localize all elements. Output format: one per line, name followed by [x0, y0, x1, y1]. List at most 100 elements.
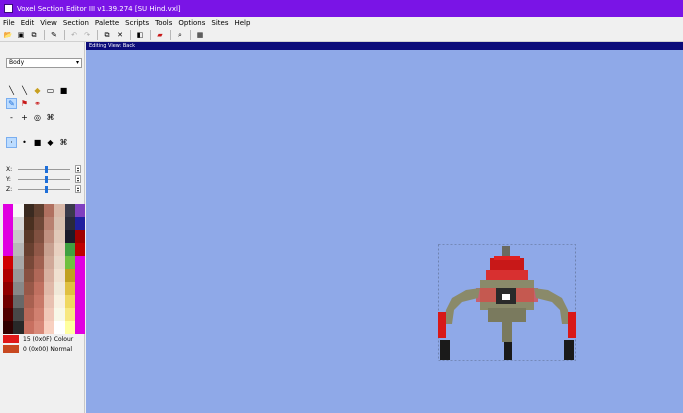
menu-palette[interactable]: Palette — [95, 19, 119, 27]
palette-grid[interactable] — [3, 204, 85, 334]
palette-swatch[interactable] — [13, 230, 24, 243]
palette-swatch[interactable] — [13, 282, 24, 295]
save-icon[interactable]: ▣ — [16, 30, 26, 40]
palette-swatch[interactable] — [23, 269, 34, 282]
palette-swatch[interactable] — [64, 230, 75, 243]
palette-swatch[interactable] — [13, 204, 24, 217]
palette-swatch[interactable] — [33, 282, 44, 295]
palette-swatch[interactable] — [64, 321, 75, 334]
palette-swatch[interactable] — [54, 321, 65, 334]
palette-swatch[interactable] — [3, 243, 14, 256]
palette-swatch[interactable] — [74, 269, 85, 282]
palette-swatch[interactable] — [64, 295, 75, 308]
palette-swatch[interactable] — [54, 243, 65, 256]
palette-swatch[interactable] — [13, 308, 24, 321]
palette-swatch[interactable] — [13, 295, 24, 308]
palette-swatch[interactable] — [33, 230, 44, 243]
menu-edit[interactable]: Edit — [21, 19, 35, 27]
palette-swatch[interactable] — [64, 217, 75, 230]
palette-swatch[interactable] — [54, 282, 65, 295]
palette-swatch[interactable] — [33, 243, 44, 256]
zoom-out-icon[interactable]: - — [6, 112, 17, 123]
x-axis-spinner[interactable]: ▴ ▾ — [75, 165, 81, 173]
palette-swatch[interactable] — [64, 282, 75, 295]
palette-swatch[interactable] — [74, 295, 85, 308]
palette-swatch[interactable] — [44, 243, 55, 256]
dot-icon[interactable]: • — [19, 137, 30, 148]
layer-icon[interactable]: ◧ — [135, 30, 145, 40]
palette-swatch[interactable] — [64, 269, 75, 282]
palette-swatch[interactable] — [13, 217, 24, 230]
palette-swatch[interactable] — [44, 230, 55, 243]
square-icon[interactable]: ■ — [32, 137, 43, 148]
palette-swatch[interactable] — [44, 204, 55, 217]
palette-swatch[interactable] — [23, 321, 34, 334]
open-icon[interactable]: 📂 — [3, 30, 13, 40]
z-slider-thumb[interactable] — [45, 185, 49, 193]
palette-swatch[interactable] — [74, 217, 85, 230]
x-axis-slider[interactable] — [18, 165, 70, 173]
custom-brush-icon[interactable]: ⌘ — [58, 137, 69, 148]
palette-swatch[interactable] — [3, 204, 14, 217]
menu-view[interactable]: View — [40, 19, 57, 27]
palette-swatch[interactable] — [3, 269, 14, 282]
edit-viewport[interactable]: Editing View: Back — [86, 42, 683, 413]
palette-swatch[interactable] — [44, 269, 55, 282]
cut-icon[interactable]: ✕ — [115, 30, 125, 40]
palette-swatch[interactable] — [44, 321, 55, 334]
flood-icon[interactable]: ⚭ — [32, 98, 43, 109]
menu-sites[interactable]: Sites — [211, 19, 228, 27]
x-slider-thumb[interactable] — [45, 165, 49, 173]
menu-tools[interactable]: Tools — [155, 19, 172, 27]
palette-swatch[interactable] — [23, 230, 34, 243]
palette-swatch[interactable] — [3, 308, 14, 321]
palette-swatch[interactable] — [44, 295, 55, 308]
z-axis-spinner[interactable]: ▴ ▾ — [75, 185, 81, 193]
menu-help[interactable]: Help — [234, 19, 250, 27]
menu-options[interactable]: Options — [178, 19, 205, 27]
undo-icon[interactable]: ↶ — [69, 30, 79, 40]
z-axis-slider[interactable] — [18, 185, 70, 193]
palette-swatch[interactable] — [13, 243, 24, 256]
search-icon[interactable]: ⌕ — [175, 30, 185, 40]
palette-swatch[interactable] — [54, 256, 65, 269]
palette-swatch[interactable] — [33, 217, 44, 230]
palette-swatch[interactable] — [33, 204, 44, 217]
palette-swatch[interactable] — [3, 295, 14, 308]
palette-swatch[interactable] — [74, 282, 85, 295]
palette-swatch[interactable] — [23, 217, 34, 230]
palette-swatch[interactable] — [54, 295, 65, 308]
palette-swatch[interactable] — [23, 243, 34, 256]
palette-swatch[interactable] — [13, 256, 24, 269]
palette-swatch[interactable] — [64, 308, 75, 321]
palette-swatch[interactable] — [74, 256, 85, 269]
menu-file[interactable]: File — [3, 19, 15, 27]
voxel-model[interactable] — [438, 244, 576, 361]
palette-swatch[interactable] — [54, 269, 65, 282]
menu-section[interactable]: Section — [63, 19, 89, 27]
palette-swatch[interactable] — [3, 230, 14, 243]
palette-swatch[interactable] — [54, 217, 65, 230]
palette-swatch[interactable] — [74, 243, 85, 256]
y-axis-spinner[interactable]: ▴ ▾ — [75, 175, 81, 183]
palette-swatch[interactable] — [44, 256, 55, 269]
export-icon[interactable]: ✎ — [49, 30, 59, 40]
section-select[interactable]: Body ▾ — [6, 58, 82, 68]
y-axis-slider[interactable] — [18, 175, 70, 183]
palette-swatch[interactable] — [23, 256, 34, 269]
palette-swatch[interactable] — [74, 230, 85, 243]
redo-icon[interactable]: ↷ — [82, 30, 92, 40]
palette-swatch[interactable] — [23, 282, 34, 295]
palette-icon[interactable]: ▦ — [195, 30, 205, 40]
palette-swatch[interactable] — [74, 204, 85, 217]
pattern-icon[interactable]: ⌘ — [45, 112, 56, 123]
palette-swatch[interactable] — [23, 204, 34, 217]
left-color-swatch[interactable] — [3, 335, 19, 343]
picker-icon[interactable]: ✎ — [6, 98, 17, 109]
palette-swatch[interactable] — [44, 308, 55, 321]
palette-swatch[interactable] — [44, 217, 55, 230]
palette-swatch[interactable] — [3, 256, 14, 269]
palette-swatch[interactable] — [54, 308, 65, 321]
palette-swatch[interactable] — [3, 321, 14, 334]
right-color-swatch[interactable] — [3, 345, 19, 353]
